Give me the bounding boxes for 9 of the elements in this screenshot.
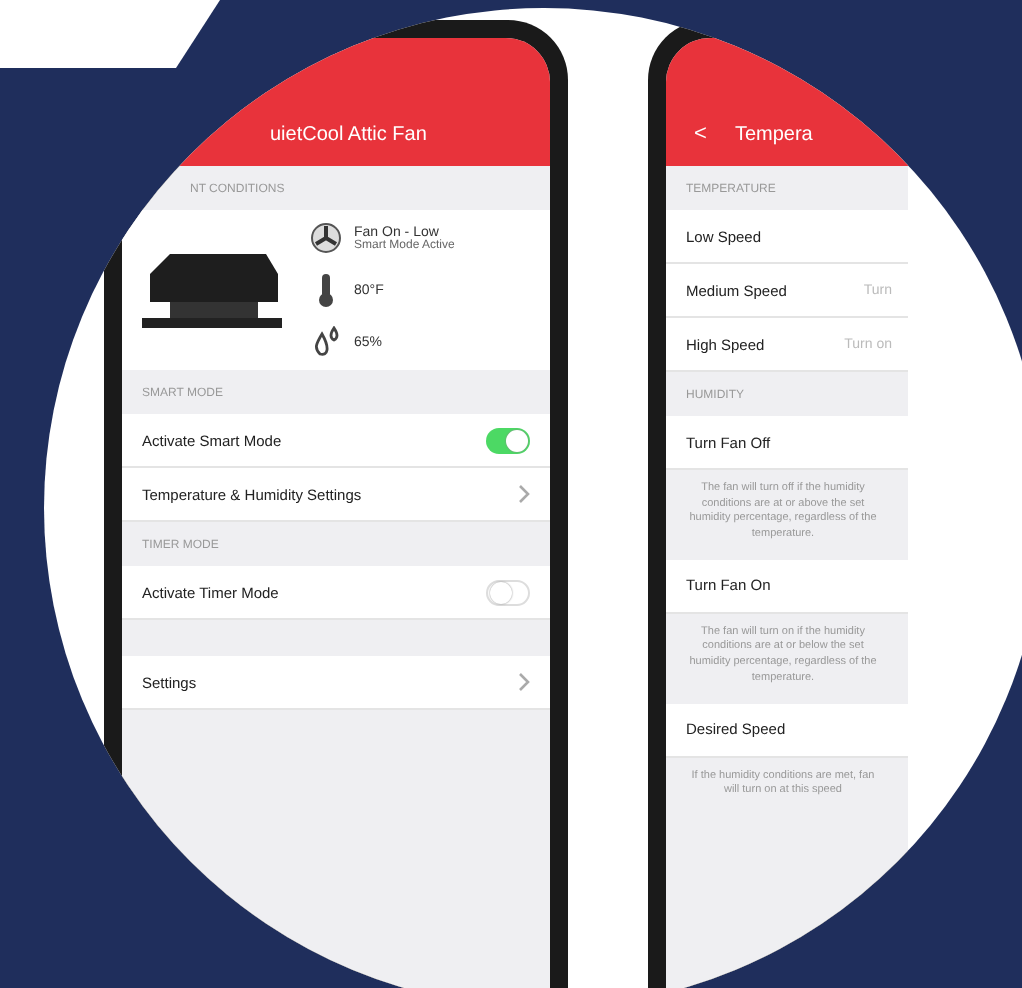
chevron-icon — [518, 484, 530, 504]
fan-icon — [310, 222, 342, 254]
chevron-icon — [518, 672, 530, 692]
back-button[interactable]: < — [694, 122, 707, 146]
toggle-switch[interactable] — [486, 427, 530, 453]
droplets-icon — [310, 326, 342, 358]
screen-title: Tempera — [734, 124, 813, 146]
toggle-switch[interactable] — [486, 579, 530, 605]
app-title: uietCool Attic Fan — [268, 124, 427, 146]
